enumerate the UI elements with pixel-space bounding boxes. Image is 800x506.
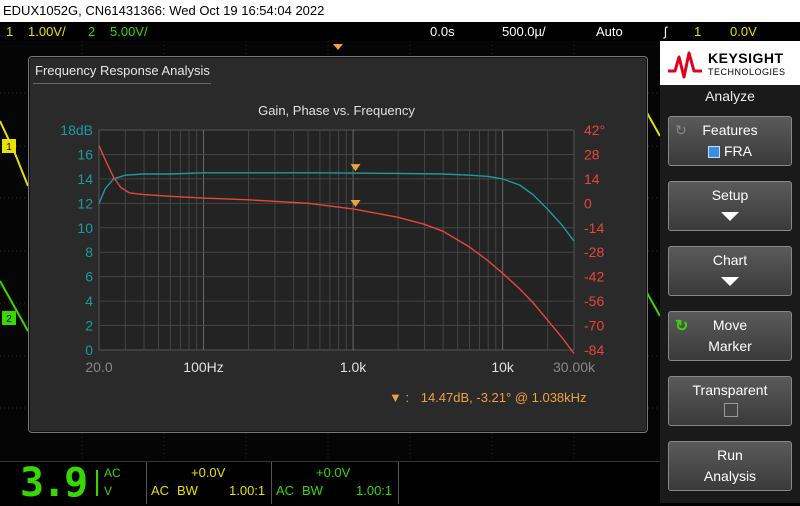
submenu-arrow-icon: [721, 212, 739, 221]
fra-chart[interactable]: Gain, Phase vs. Frequency 18dB 16 14 12 10 8 6 4…: [29, 57, 647, 432]
trigger-edge-icon: ʃ: [664, 24, 667, 39]
x-tick-label: 20.0: [85, 359, 112, 375]
title-bar: EDUX1052G, CN61431366: Wed Oct 19 16:54:…: [0, 0, 800, 22]
ch1-bw: BW: [177, 483, 198, 498]
y-tick-label-right: -42: [584, 269, 604, 285]
marker-readout: ▼ : 14.47dB, -3.21° @ 1.038kHz: [389, 390, 587, 405]
features-value: FRA: [723, 143, 752, 159]
run-analysis-line1: Run: [717, 447, 743, 463]
chart-softkey[interactable]: Chart: [668, 246, 792, 296]
brand-name: KEYSIGHT: [708, 50, 784, 66]
transparent-label: Transparent: [692, 382, 768, 398]
marker-symbol: ▼ :: [389, 390, 410, 405]
status-bar: 1 1.00V/ 2 5.00V/ 0.0s 500.0µ/ Auto ʃ 1 …: [0, 22, 800, 41]
y-tick-label-left: 14: [77, 171, 93, 187]
ch1-trace-right: [645, 110, 661, 137]
y-tick-label-left: 12: [77, 195, 93, 211]
ch1-offset: +0.0V: [191, 465, 226, 480]
transparent-softkey[interactable]: Transparent: [668, 376, 792, 426]
ch1-trace-left: [0, 120, 29, 187]
ch1-info[interactable]: +0.0V AC BW 1.00:1: [146, 462, 272, 504]
ch1-number[interactable]: 1: [6, 22, 13, 41]
y-tick-label-right: -70: [584, 318, 604, 334]
y-tick-label-left: 8: [85, 244, 93, 260]
y-tick-label-right: 0: [584, 195, 592, 211]
ch2-big-value: 3.9: [20, 460, 88, 506]
ch1-scale[interactable]: 1.00V/: [28, 22, 66, 41]
run-analysis-softkey[interactable]: Run Analysis: [668, 441, 792, 491]
move-marker-line1: Move: [712, 317, 748, 333]
y-tick-label-right: -28: [584, 244, 604, 260]
y-tick-label-left: 10: [77, 220, 93, 236]
setup-softkey[interactable]: Setup: [668, 181, 792, 231]
y-tick-label-right: -56: [584, 293, 604, 309]
move-marker-softkey[interactable]: ↻ Move Marker: [668, 311, 792, 361]
trigger-mode[interactable]: Auto: [596, 22, 623, 41]
run-analysis-line2: Analysis: [703, 468, 757, 484]
fra-checkbox-icon: [708, 146, 721, 159]
y-tick-label-left: 6: [85, 269, 93, 285]
keysight-logo: KEYSIGHT TECHNOLOGIES: [660, 41, 800, 85]
y-tick-label-right: -14: [584, 220, 604, 236]
transparent-checkbox[interactable]: [724, 403, 738, 417]
title-text: EDUX1052G, CN61431366: Wed Oct 19 16:54:…: [3, 3, 325, 18]
y-tick-label-left: 18dB: [60, 122, 93, 138]
y-tick-label-left: 4: [85, 293, 93, 309]
y-tick-label-right: 14: [584, 171, 600, 187]
features-value-row: FRA: [669, 143, 791, 159]
svg-text:1: 1: [6, 142, 12, 153]
ch2-coupling: AC: [276, 483, 295, 498]
keysight-wave-icon: [668, 51, 702, 79]
ch2-number[interactable]: 2: [88, 22, 95, 41]
x-tick-label: 100Hz: [183, 359, 223, 375]
ch2-scale[interactable]: 5.00V/: [110, 22, 148, 41]
acv-bracket: [96, 470, 102, 496]
y-tick-label-right: -84: [584, 342, 604, 358]
menu-title: Analyze: [705, 88, 755, 104]
acv-ac: AC: [104, 466, 121, 480]
y-tick-label-right: 42°: [584, 122, 605, 138]
features-label: Features: [702, 122, 758, 138]
trigger-channel[interactable]: 1: [694, 22, 701, 41]
x-tick-label: 1.0k: [340, 359, 367, 375]
ch2-bw: BW: [302, 483, 323, 498]
trigger-position-marker[interactable]: [333, 44, 343, 50]
marker-readout-value: 14.47dB, -3.21° @ 1.038kHz: [420, 390, 587, 405]
softkey-panel: KEYSIGHT TECHNOLOGIES Analyze ↻ Features…: [660, 41, 800, 503]
chart-label: Chart: [712, 252, 748, 268]
acv-unit: V: [104, 484, 113, 498]
y-tick-label-left: 16: [77, 146, 93, 162]
y-tick-label-left: 0: [85, 342, 93, 358]
y-tick-label-right: 28: [584, 146, 600, 162]
time-offset[interactable]: 0.0s: [430, 22, 455, 41]
x-tick-label: 30.00k: [553, 359, 596, 375]
ch1-ground-marker[interactable]: 1: [2, 139, 16, 153]
move-marker-line2: Marker: [708, 338, 752, 354]
channel-info-bar: 3.9 AC V +0.0V AC BW 1.00:1 +0.0V AC BW …: [0, 460, 660, 506]
features-softkey[interactable]: ↻ Features FRA: [668, 116, 792, 166]
trigger-level[interactable]: 0.0V: [730, 22, 757, 41]
svg-text:2: 2: [6, 314, 12, 325]
ch2-offset: +0.0V: [316, 465, 351, 480]
ch1-coupling: AC: [151, 483, 170, 498]
submenu-arrow-icon: [721, 277, 739, 286]
brand-sub: TECHNOLOGIES: [708, 67, 786, 77]
setup-label: Setup: [711, 187, 749, 203]
ch1-probe: 1.00:1: [229, 483, 266, 498]
ch2-ground-marker[interactable]: 2: [2, 311, 16, 325]
chart-title: Gain, Phase vs. Frequency: [258, 103, 415, 118]
x-tick-label: 10k: [491, 359, 515, 375]
ch2-info[interactable]: +0.0V AC BW 1.00:1: [272, 462, 399, 504]
fra-window[interactable]: Frequency Response Analysis Gain, Phase …: [28, 56, 648, 433]
y-tick-label-left: 2: [85, 318, 93, 334]
time-scale[interactable]: 500.0µ/: [502, 22, 546, 41]
ch2-probe: 1.00:1: [356, 483, 393, 498]
